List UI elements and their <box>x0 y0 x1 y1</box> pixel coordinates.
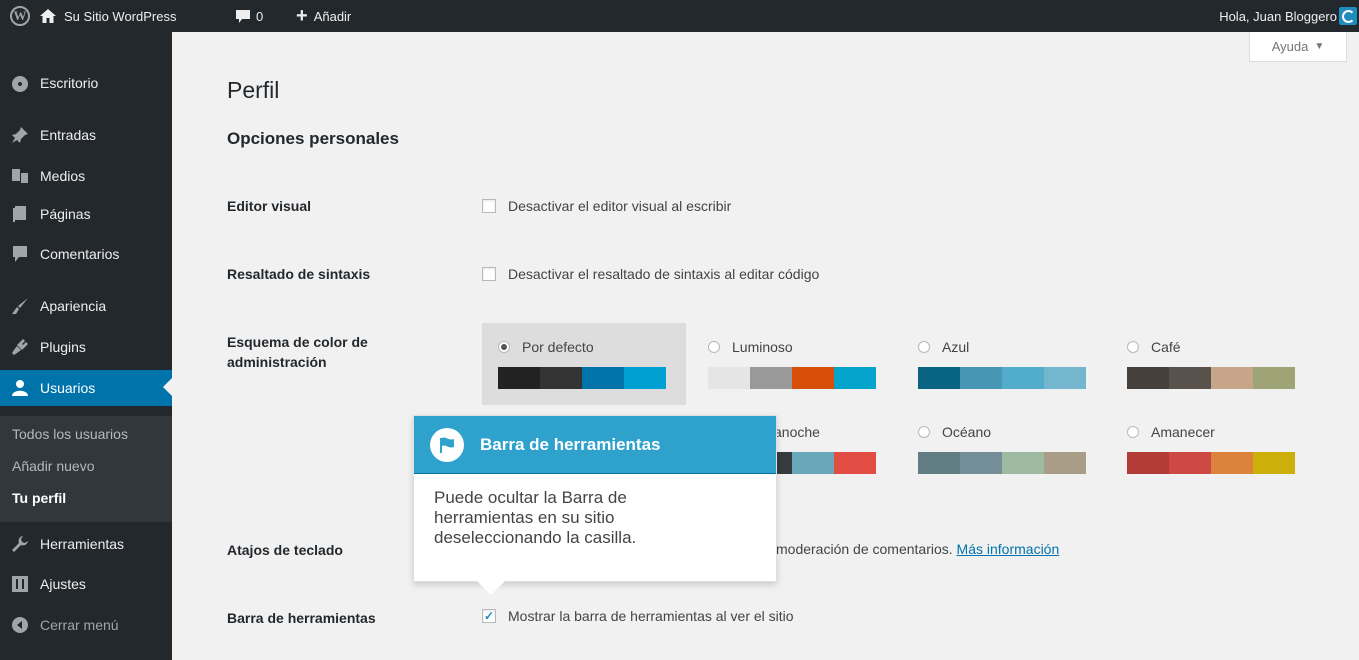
site-name-link[interactable]: Su Sitio WordPress <box>40 0 176 32</box>
color-scheme-radio[interactable] <box>708 341 720 353</box>
sidebar-item-apariencia[interactable]: Apariencia <box>0 289 172 323</box>
wrench-icon <box>2 535 38 553</box>
dashboard-icon <box>2 74 38 92</box>
account-menu[interactable]: Hola, Juan Bloggero <box>1219 0 1337 32</box>
syntax-highlighting-label: Resaltado de sintaxis <box>227 266 371 282</box>
avatar[interactable] <box>1339 7 1357 25</box>
settings-icon <box>2 575 38 593</box>
tooltip-arrow <box>477 581 505 595</box>
sidebar-item-paginas[interactable]: Páginas <box>0 197 172 231</box>
color-scheme-radio[interactable] <box>498 341 510 353</box>
syntax-highlighting-option[interactable]: Desactivar el resaltado de sintaxis al e… <box>482 266 819 282</box>
collapse-icon <box>2 616 38 634</box>
color-swatches <box>1127 367 1295 389</box>
toolbar-checkbox[interactable] <box>482 609 496 623</box>
sidebar-item-plugins[interactable]: Plugins <box>0 330 172 364</box>
brush-icon <box>2 297 38 315</box>
plus-icon: + <box>296 5 308 27</box>
color-swatches <box>498 367 666 389</box>
caret-down-icon: ▼ <box>1314 41 1325 52</box>
color-scheme-radio[interactable] <box>918 341 930 353</box>
syntax-highlighting-checkbox[interactable] <box>482 267 496 281</box>
submenu-item-tu-perfil[interactable]: Tu perfil <box>12 490 66 506</box>
home-icon <box>40 9 56 23</box>
keyboard-shortcuts-label: Atajos de teclado <box>227 542 343 558</box>
admin-sidebar: Escritorio Entradas Medios Páginas Comen… <box>0 32 172 660</box>
users-icon <box>2 379 38 397</box>
flag-icon <box>430 427 464 462</box>
visual-editor-label: Editor visual <box>227 198 312 214</box>
sidebar-item-comentarios[interactable]: Comentarios <box>0 237 172 271</box>
color-scheme-luminoso[interactable]: Luminoso <box>692 323 896 405</box>
plug-icon <box>2 338 38 356</box>
color-scheme-radio[interactable] <box>1127 341 1139 353</box>
new-content-link[interactable]: + Añadir <box>296 0 351 32</box>
submenu-item-todos-los-usuarios[interactable]: Todos los usuarios <box>12 426 128 442</box>
tooltip-header: Barra de herramientas <box>414 416 776 474</box>
color-scheme-por-defecto[interactable]: Por defecto <box>482 323 686 405</box>
wordpress-logo-icon[interactable]: W <box>10 0 32 32</box>
pages-icon <box>2 205 38 223</box>
color-scheme-radio[interactable] <box>918 426 930 438</box>
color-swatches <box>1127 452 1295 474</box>
color-scheme-azul[interactable]: Azul <box>902 323 1106 405</box>
visual-editor-checkbox[interactable] <box>482 199 496 213</box>
color-swatches <box>918 452 1086 474</box>
sidebar-item-usuarios[interactable]: Usuarios <box>0 370 172 406</box>
toolbar-tooltip: Barra de herramientas Puede ocultar la B… <box>413 415 777 582</box>
toolbar-option[interactable]: Mostrar la barra de herramientas al ver … <box>482 608 794 624</box>
page-title: Perfil <box>227 77 280 103</box>
help-tab[interactable]: Ayuda ▼ <box>1249 32 1347 62</box>
more-info-link[interactable]: Más información <box>957 541 1060 557</box>
color-swatches <box>708 367 876 389</box>
comment-icon <box>2 245 38 263</box>
pin-icon <box>2 126 38 144</box>
sidebar-item-herramientas[interactable]: Herramientas <box>0 527 172 561</box>
section-title: Opciones personales <box>227 129 399 148</box>
submenu-item-anadir-nuevo[interactable]: Añadir nuevo <box>12 458 95 474</box>
color-swatches <box>918 367 1086 389</box>
media-icon <box>2 167 38 185</box>
users-submenu: Todos los usuarios Añadir nuevo Tu perfi… <box>0 416 172 522</box>
toolbar-label: Barra de herramientas <box>227 610 376 626</box>
color-scheme-oceano[interactable]: Océano <box>902 408 1106 490</box>
admin-bar: W Su Sitio WordPress 0 + Añadir Hola, Ju… <box>0 0 1359 32</box>
color-scheme-cafe[interactable]: Café <box>1111 323 1315 405</box>
comment-icon <box>236 9 250 23</box>
collapse-menu-button[interactable]: Cerrar menú <box>0 608 172 642</box>
color-scheme-label: Esquema de color de administración <box>227 334 368 370</box>
sidebar-item-ajustes[interactable]: Ajustes <box>0 567 172 601</box>
visual-editor-option[interactable]: Desactivar el editor visual al escribir <box>482 198 731 214</box>
sidebar-item-escritorio[interactable]: Escritorio <box>0 66 172 100</box>
tooltip-body: Puede ocultar la Barra de herramientas e… <box>434 488 637 547</box>
comments-link[interactable]: 0 <box>236 0 263 32</box>
color-scheme-amanecer[interactable]: Amanecer <box>1111 408 1315 490</box>
sidebar-item-entradas[interactable]: Entradas <box>0 118 172 152</box>
keyboard-shortcuts-option: moderación de comentarios. Más informaci… <box>776 541 1060 557</box>
color-scheme-radio[interactable] <box>1127 426 1139 438</box>
sidebar-item-medios[interactable]: Medios <box>0 159 172 193</box>
